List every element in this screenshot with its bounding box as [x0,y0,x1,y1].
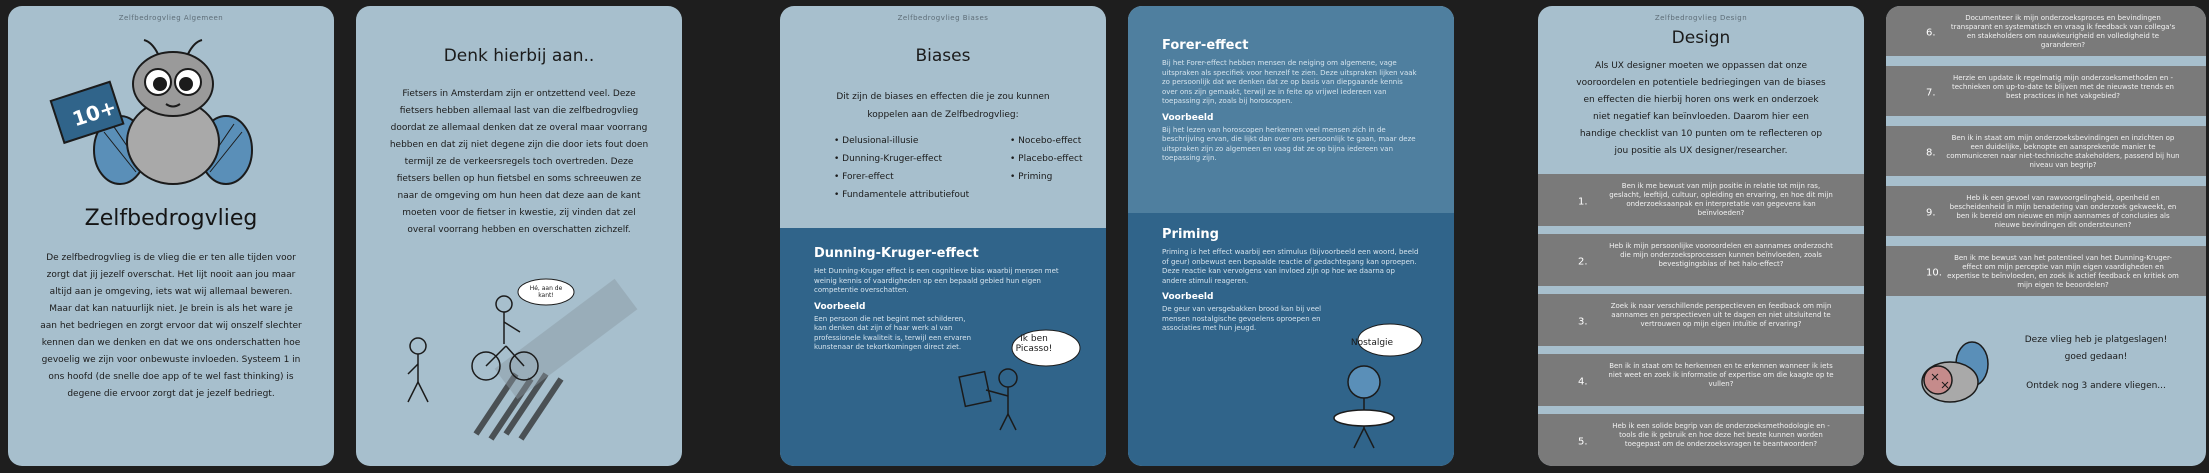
checklist-item: 6. Documenteer ik mijn onderzoeksproces … [1886,6,2206,56]
fly-mascot-illustration [49,39,253,185]
card-intro: Dit zijn de biases en effecten die je zo… [836,92,1050,120]
list-item: • Dunning-Kruger-effect [834,154,943,164]
checklist-item: 9. Heb ik een gevoel van rawvoorgelinghe… [1886,186,2206,236]
checklist-item: 7. Herzie en update ik regelmatig mijn o… [1886,66,2206,116]
nostalgia-illustration [1333,323,1423,449]
card-denk-hierbij-aan: Denk hierbij aan.. Fietsers in Amsterdam… [356,6,682,466]
section-priming: Priming Priming is het effect waarbij ee… [1128,213,1454,466]
card-design-checklist-2: 6. Documenteer ik mijn onderzoeksproces … [1886,6,2206,466]
list-item: • Delusional-illusie [834,136,919,146]
card-title: Denk hierbij aan.. [443,46,595,66]
speech-bubble: Hé, aan de kant! [529,285,563,299]
section-text: Het Dunning-Kruger effect is een cogniti… [814,267,1059,294]
card-title: Biases [915,46,971,66]
card-intro: Als UX designer moeten we oppassen dat o… [1576,61,1826,156]
card-header: Zelfbedrogvlieg Algemeen [118,14,224,22]
speech-bubble: Ik ben Picasso! [1015,334,1053,354]
section-dunning-kruger: Dunning-Kruger-effect Het Dunning-Kruger… [780,228,1106,466]
example-label: Voorbeeld [1162,292,1214,302]
checklist-item: 3. Zoek ik naar verschillende perspectie… [1538,294,1864,346]
example-label: Voorbeeld [814,301,866,312]
section-text: Priming is het effect waarbij een stimul… [1162,248,1419,285]
list-item: • Placebo-effect [1010,154,1083,164]
card-description: De zelfbedrogvlieg is de vlieg die er te… [40,253,302,399]
checklist-item: 2. Heb ik mijn persoonlijke vooroordelen… [1538,234,1864,286]
card-zelfbedrogvlieg-intro: Zelfbedrogvlieg Algemeen 10+ Zelfbedrogv… [8,6,334,466]
checklist-item: 8. Ben ik in staat om mijn onderzoeksbev… [1886,126,2206,176]
checklist-item: 4. Ben ik in staat om te herkennen en te… [1538,354,1864,406]
card-design-checklist-1: Zelfbedrogvlieg Design Design Als UX des… [1538,6,1864,466]
card-title: Design [1671,28,1731,48]
section-title: Forer-effect [1162,38,1249,53]
list-item: • Priming [1010,172,1053,182]
closing-message: Deze vlieg heb je platgeslagen! goed ged… [2024,335,2168,391]
list-item: • Forer-effect [834,172,894,182]
card-title: Zelfbedrogvlieg [84,206,258,231]
card-header: Zelfbedrogvlieg Biases [897,14,989,22]
card-biases: Zelfbedrogvlieg Biases Biases Dit zijn d… [780,6,1106,466]
card-header: Zelfbedrogvlieg Design [1654,14,1748,22]
example-label: Voorbeeld [1162,112,1214,123]
section-title: Priming [1162,227,1219,242]
squashed-fly-illustration [1921,341,1989,403]
checklist-item: 1. Ben ik me bewust van mijn positie in … [1538,174,1864,226]
bias-list: • Delusional-illusie • Dunning-Kruger-ef… [834,132,1106,204]
example-text: Een persoon die net begint met schildere… [814,314,972,352]
section-text: Bij het Forer-effect hebben mensen de ne… [1162,59,1417,105]
card-forer-priming: Forer-effect Bij het Forer-effect hebben… [1128,6,1454,466]
list-item: • Nocebo-effect [1010,136,1082,146]
checklist-item: 10. Ben ik me bewust van het potentieel … [1886,246,2206,296]
example-text: Bij het lezen van horoscopen herkennen v… [1162,125,1416,163]
list-item: • Fundamentele attributiefout [834,190,970,200]
section-forer-effect: Forer-effect Bij het Forer-effect hebben… [1128,6,1454,213]
section-title: Dunning-Kruger-effect [814,246,979,261]
cyclist-illustration [407,278,638,441]
speech-bubble: Nostalgie [1350,338,1394,348]
checklist-item: 5. Heb ik een solide begrip van de onder… [1538,414,1864,466]
card-description: Fietsers in Amsterdam zijn er ontzettend… [389,89,649,235]
